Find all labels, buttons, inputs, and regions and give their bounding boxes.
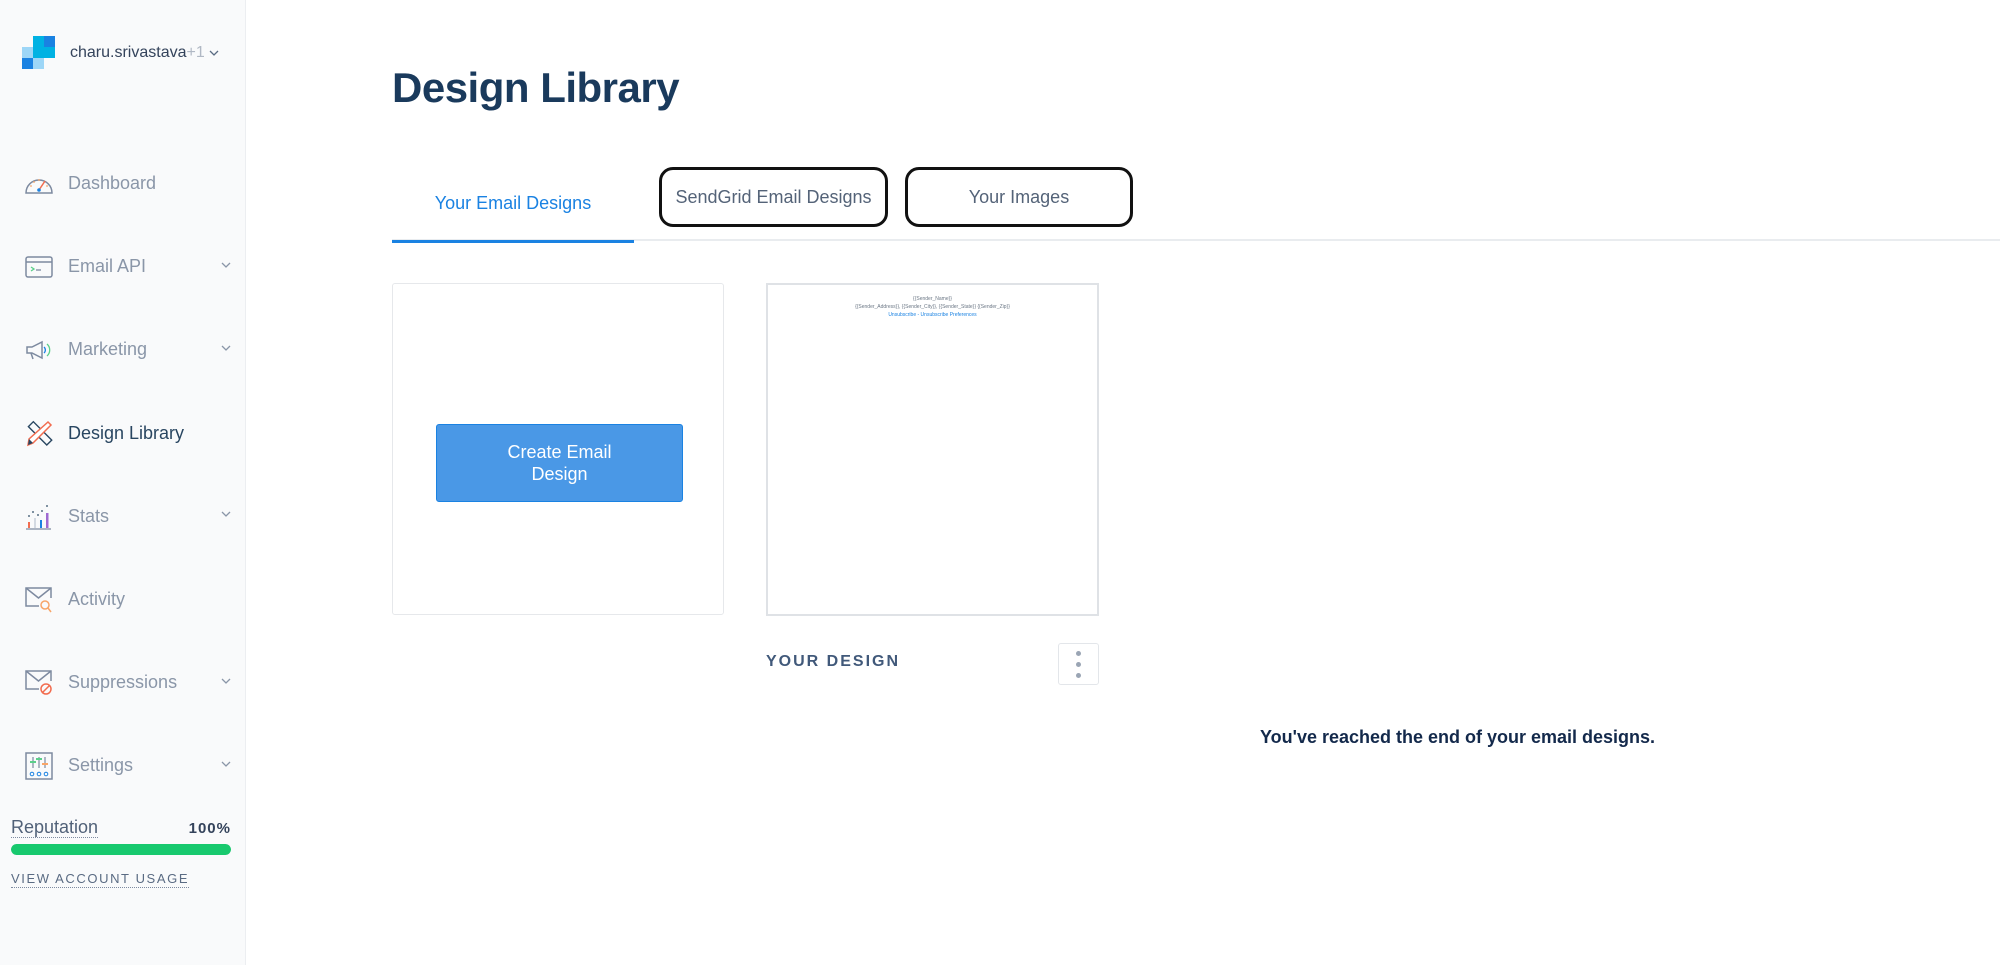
chevron-down-icon <box>221 262 231 268</box>
design-preview: {{Sender_Name}} {{Sender_Address}}, {{Se… <box>768 295 1097 319</box>
reputation-value: 100% <box>188 820 231 837</box>
sidebar-item-label: Dashboard <box>68 173 157 194</box>
sidebar-item-settings[interactable]: Settings <box>0 724 246 807</box>
sliders-icon <box>24 751 54 781</box>
reputation-label[interactable]: Reputation <box>11 817 99 838</box>
sidebar-item-design-library[interactable]: Design Library <box>0 392 246 475</box>
reputation-progress-fill <box>11 844 231 855</box>
sidebar-item-activity[interactable]: Activity <box>0 558 246 641</box>
account-suffix: +1 <box>186 44 205 61</box>
dashboard-gauge-icon <box>24 169 54 199</box>
sidebar-item-marketing[interactable]: Marketing <box>0 308 246 391</box>
chevron-down-icon <box>221 678 231 684</box>
view-account-usage-link[interactable]: VIEW ACCOUNT USAGE <box>11 871 190 888</box>
pencil-ruler-icon <box>24 418 54 448</box>
chevron-down-icon <box>209 50 219 56</box>
sidebar-item-label: Activity <box>68 589 126 610</box>
bar-chart-icon <box>24 501 54 531</box>
chevron-down-icon <box>221 511 231 518</box>
sidebar-nav: Dashboard Email API Marketing Design Lib… <box>0 142 246 808</box>
end-of-list-message: You've reached the end of your email des… <box>1260 727 1656 747</box>
megaphone-icon <box>24 335 54 365</box>
sidebar-item-label: Stats <box>68 505 110 526</box>
tab-your-images[interactable]: Your Images <box>905 167 1133 227</box>
app-root: charu.srivastava+1 Dashboard Email API M… <box>0 0 2000 965</box>
kebab-menu-icon <box>1076 650 1081 678</box>
reputation-progress-bar <box>11 844 231 855</box>
reputation-widget: Reputation 100% VIEW ACCOUNT USAGE <box>11 817 231 888</box>
sidebar-item-suppressions[interactable]: Suppressions <box>0 641 246 724</box>
envelope-blocked-icon <box>24 668 54 698</box>
sidebar-item-label: Suppressions <box>68 672 178 693</box>
sidebar-item-stats[interactable]: Stats <box>0 475 246 558</box>
sidebar-item-label: Design Library <box>68 422 185 443</box>
preview-unsubscribe-links: Unsubscribe - Unsubscribe Preferences <box>888 312 977 318</box>
envelope-search-icon <box>24 585 54 615</box>
page-title: Design Library <box>392 64 680 111</box>
tab-sendgrid-email-designs[interactable]: SendGrid Email Designs <box>659 167 888 227</box>
tab-your-email-designs[interactable]: Your Email Designs <box>392 166 634 243</box>
sidebar-item-email-api[interactable]: Email API <box>0 225 246 308</box>
tab-bar: Your Email Designs SendGrid Email Design… <box>392 166 2000 243</box>
terminal-window-icon <box>24 252 54 282</box>
design-name: YOUR DESIGN <box>766 653 901 670</box>
preview-sender-address: {{Sender_Address}}, {{Sender_City}}, {{S… <box>855 304 1010 310</box>
account-username: charu.srivastava <box>70 44 187 61</box>
account-name: charu.srivastava+1 <box>70 44 205 62</box>
sidebar-item-dashboard[interactable]: Dashboard <box>0 142 246 225</box>
chevron-down-icon <box>221 345 231 351</box>
design-thumbnail[interactable]: {{Sender_Name}} {{Sender_Address}}, {{Se… <box>766 283 1099 616</box>
design-options-button[interactable] <box>1058 643 1099 685</box>
sidebar-item-label: Marketing <box>68 339 148 360</box>
preview-sender-name: {{Sender_Name}} <box>913 296 952 302</box>
account-switcher[interactable]: charu.srivastava+1 <box>22 36 219 70</box>
chevron-down-icon <box>221 761 231 767</box>
create-design-card: Create Email Design <box>392 283 724 615</box>
sendgrid-logo-icon <box>22 36 56 70</box>
sidebar-item-label: Email API <box>68 256 147 277</box>
sidebar: charu.srivastava+1 Dashboard Email API M… <box>0 0 246 965</box>
sidebar-item-label: Settings <box>68 755 134 776</box>
create-email-design-button[interactable]: Create Email Design <box>436 424 683 502</box>
